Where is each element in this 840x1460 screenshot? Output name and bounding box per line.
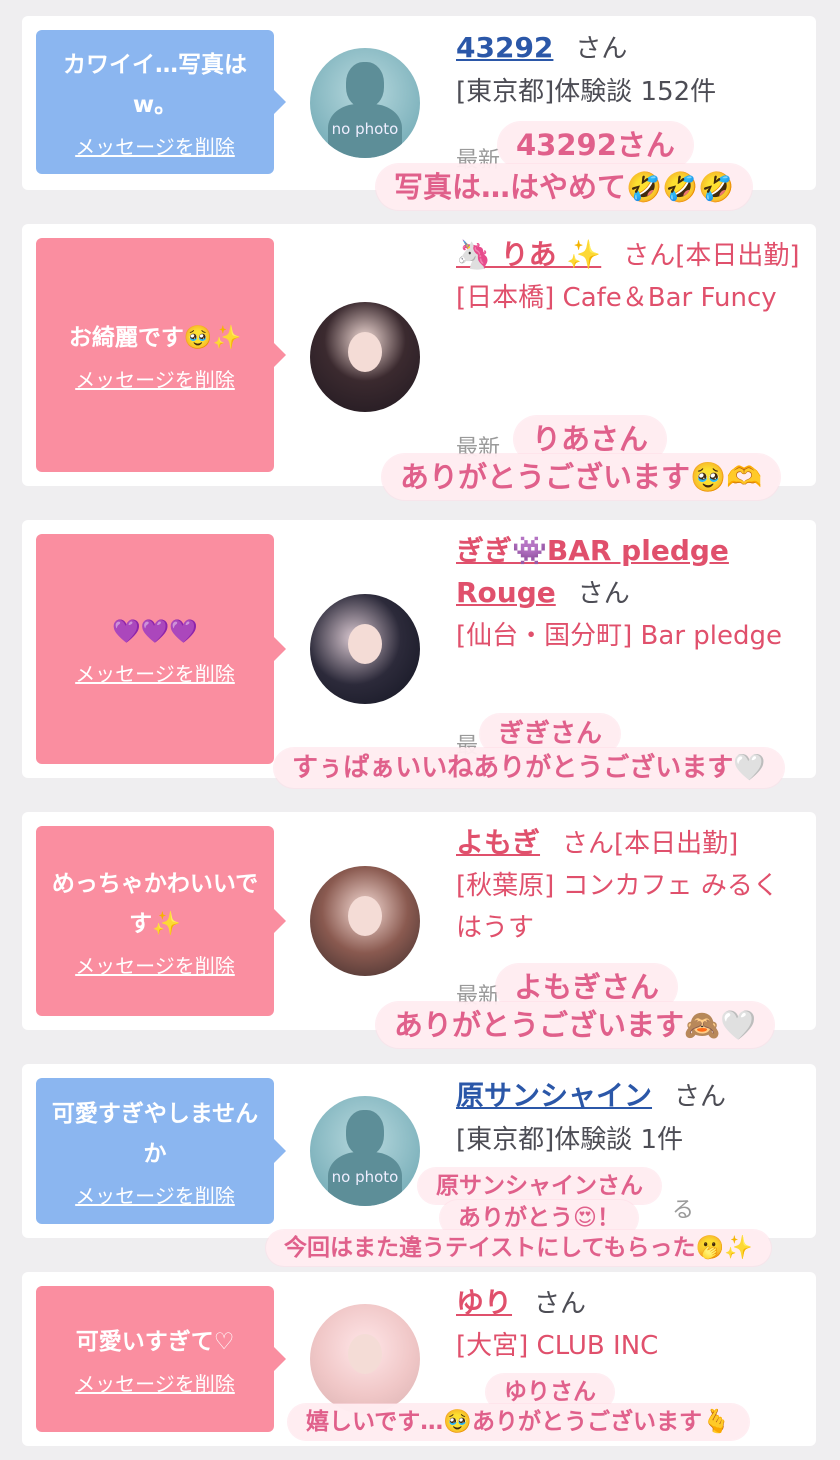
delete-message-link[interactable]: メッセージを削除 (75, 1180, 235, 1209)
truncated-text: る (672, 1198, 695, 1223)
avatar[interactable]: no photo (310, 1096, 420, 1206)
no-photo-label: no photo (331, 120, 399, 138)
caption-sticker: 43292さん (498, 122, 693, 168)
user-name-link[interactable]: ゆり (456, 1286, 512, 1319)
no-photo-label: no photo (331, 1168, 399, 1186)
message-text: めっちゃかわいいです✨ (51, 870, 259, 937)
message-bubble: 💜💜💜 メッセージを削除 (36, 534, 286, 764)
message-card: めっちゃかわいいです✨ メッセージを削除 よもぎ さん[本日出勤] [秋葉原] コ… (22, 812, 816, 1030)
message-text: 可愛すぎやしませんか (51, 1100, 259, 1167)
user-detail: [秋葉原] コンカフェ みるくはうす (456, 871, 779, 943)
message-bubble: 可愛すぎやしませんか メッセージを削除 (36, 1078, 286, 1224)
delete-message-link[interactable]: メッセージを削除 (75, 658, 235, 687)
user-detail: [東京都]体験談 1件 (456, 1125, 684, 1155)
honorific: さん (534, 1289, 587, 1319)
caption-sticker: ありがとうございます🙈🤍 (376, 1002, 775, 1048)
delete-message-link[interactable]: メッセージを削除 (75, 950, 235, 979)
honorific: さん[本日出勤] (562, 829, 739, 859)
avatar[interactable] (310, 1304, 420, 1414)
message-text: カワイイ…写真はw。 (63, 51, 247, 118)
delete-message-link[interactable]: メッセージを削除 (75, 364, 235, 393)
user-info: 43292 さん [東京都]体験談 152件 (456, 26, 802, 113)
message-card: 可愛すぎやしませんか メッセージを削除 no photo 原サンシャイン さん [… (22, 1064, 816, 1238)
user-detail: [大宮] CLUB INC (456, 1331, 659, 1361)
message-card: お綺麗です🥹✨ メッセージを削除 🦄 りあ ✨ さん[本日出勤] [日本橋] Ca… (22, 224, 816, 486)
caption-sticker: 写真は…はやめて🤣🤣🤣 (376, 164, 753, 210)
message-text: 💜💜💜 (112, 618, 198, 645)
user-info: よもぎ さん[本日出勤] [秋葉原] コンカフェ みるくはうす (456, 822, 802, 949)
caption-sticker: 嬉しいです…🥹ありがとうございます🫰 (288, 1404, 749, 1440)
user-name-link[interactable]: よもぎ (456, 826, 540, 859)
caption-sticker: 原サンシャインさん (418, 1168, 661, 1204)
user-info: ぎぎ👾BAR pledge Rouge さん [仙台・国分町] Bar pledg… (456, 530, 802, 657)
message-bubble: お綺麗です🥹✨ メッセージを削除 (36, 238, 286, 472)
message-text: お綺麗です🥹✨ (68, 324, 242, 351)
user-info: 原サンシャイン さん [東京都]体験談 1件 (456, 1074, 802, 1161)
message-bubble: カワイイ…写真はw。 メッセージを削除 (36, 30, 286, 174)
delete-message-link[interactable]: メッセージを削除 (75, 131, 235, 160)
caption-sticker: すぅぱぁいいねありがとうございます🤍 (274, 748, 784, 788)
caption-sticker: ありがとうございます🥹🫶 (382, 454, 781, 500)
user-name-link[interactable]: 43292 (456, 31, 553, 64)
message-bubble: めっちゃかわいいです✨ メッセージを削除 (36, 826, 286, 1016)
honorific: さん (575, 34, 628, 64)
user-info: ゆり さん [大宮] CLUB INC (456, 1282, 802, 1367)
avatar[interactable] (310, 594, 420, 704)
avatar[interactable]: no photo (310, 48, 420, 158)
delete-message-link[interactable]: メッセージを削除 (75, 1368, 235, 1397)
user-detail: [日本橋] Cafe＆Bar Funcy (456, 283, 777, 313)
user-info: 🦄 りあ ✨ さん[本日出勤] [日本橋] Cafe＆Bar Funcy (456, 234, 802, 319)
avatar[interactable] (310, 866, 420, 976)
avatar[interactable] (310, 302, 420, 412)
message-bubble: 可愛いすぎて♡ メッセージを削除 (36, 1286, 286, 1432)
user-name-link[interactable]: 🦄 りあ ✨ (456, 238, 601, 271)
message-card: 💜💜💜 メッセージを削除 ぎぎ👾BAR pledge Rouge さん [仙台・国… (22, 520, 816, 778)
honorific: さん (577, 579, 630, 609)
user-name-link[interactable]: 原サンシャイン (456, 1079, 652, 1112)
message-text: 可愛いすぎて♡ (75, 1328, 235, 1355)
user-detail: [仙台・国分町] Bar pledge (456, 621, 783, 651)
user-detail: [東京都]体験談 152件 (456, 77, 717, 107)
honorific: さん[本日出勤] (623, 241, 800, 271)
caption-sticker: 今回はまた違うテイストにしてもらった🫢✨ (266, 1230, 771, 1266)
honorific: さん (674, 1082, 727, 1112)
